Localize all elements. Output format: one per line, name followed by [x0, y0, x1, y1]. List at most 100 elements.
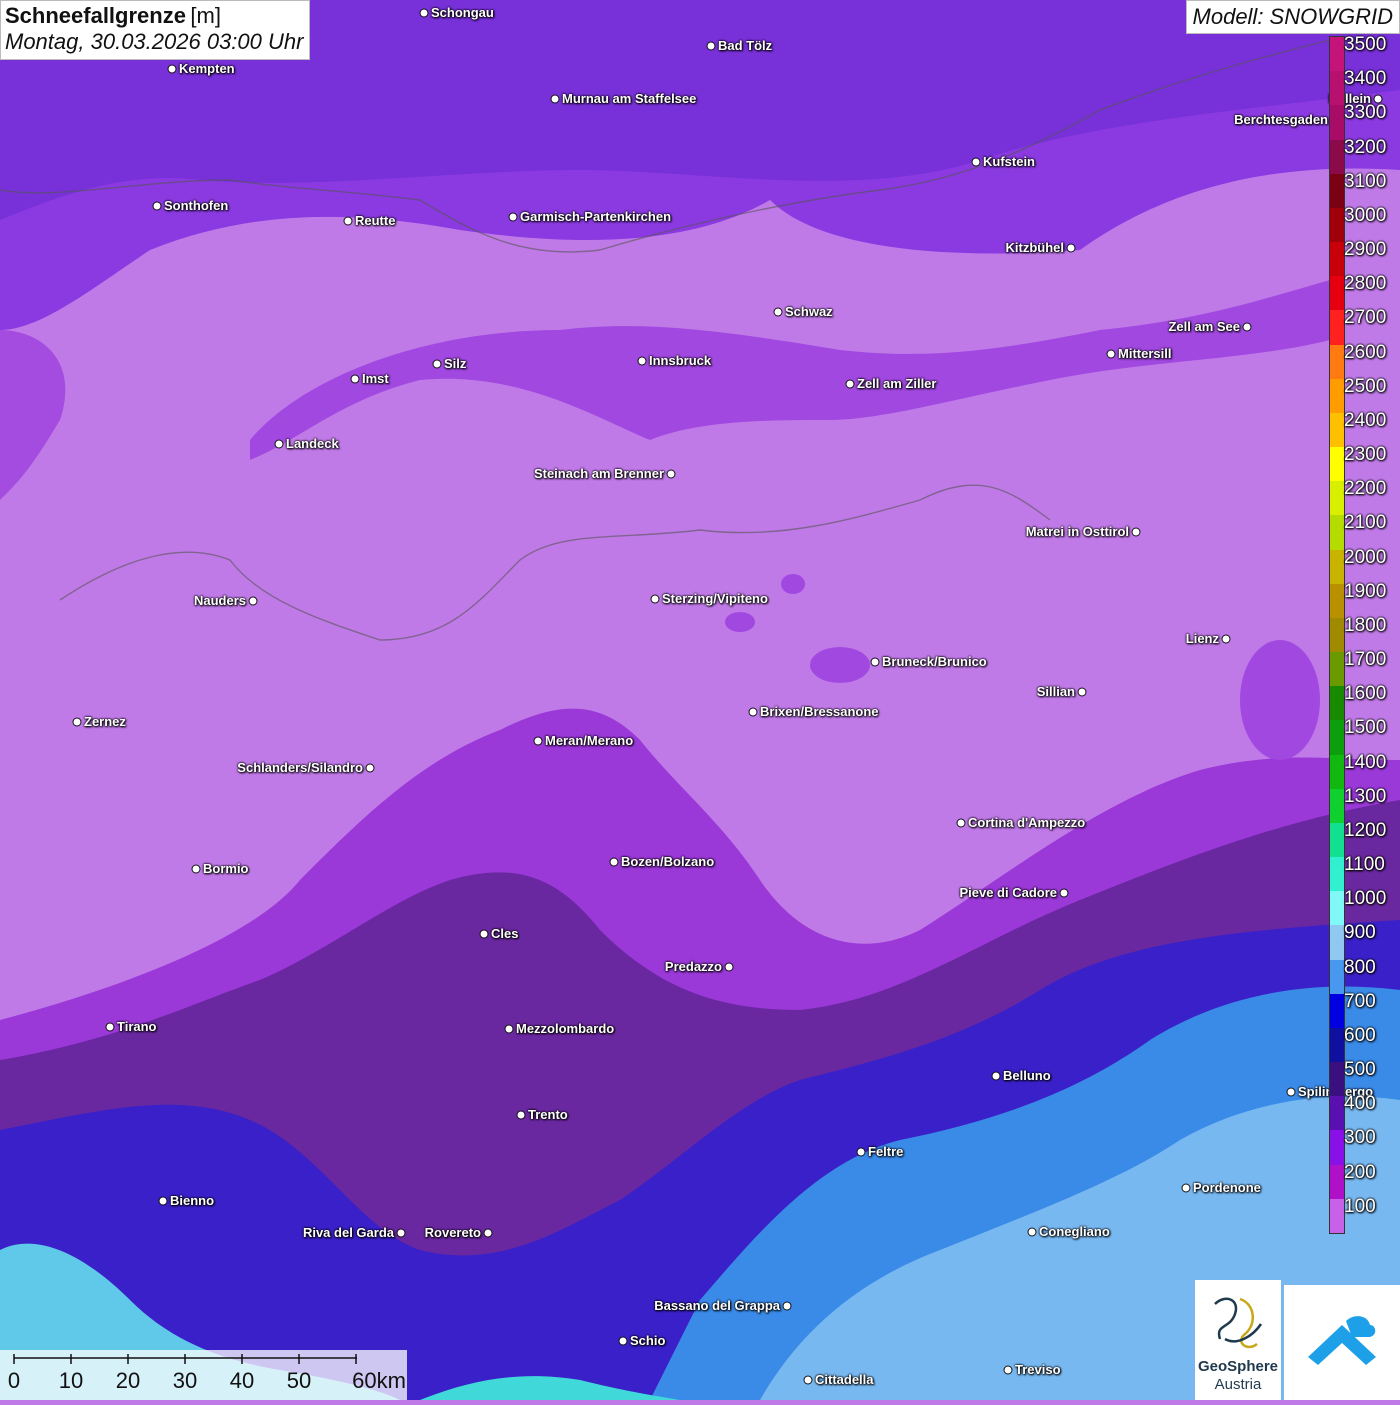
city-dot-mittersill: [1106, 349, 1116, 359]
scale-label: 20: [115, 1368, 141, 1393]
legend-swatch: [1330, 652, 1344, 687]
legend-label: 500: [1344, 1059, 1376, 1081]
city-label-bienno: Bienno: [170, 1193, 215, 1208]
legend-label: 3500: [1344, 34, 1387, 55]
legend-label: 1600: [1344, 683, 1387, 705]
legend-label: 100: [1344, 1195, 1376, 1217]
legend-swatch: [1330, 754, 1344, 790]
legend-label: 2600: [1344, 341, 1387, 363]
legend-label: 3200: [1344, 136, 1387, 158]
legend-swatch: [1330, 515, 1344, 551]
city-dot-pordenone: [1181, 1183, 1191, 1193]
legend-swatch: [1330, 344, 1344, 380]
city-dot-cortina-d-ampezzo: [956, 818, 966, 828]
legend-swatch: [1330, 1027, 1344, 1063]
city-dot-sillian: [1077, 687, 1087, 697]
city-label-zernez: Zernez: [84, 714, 126, 729]
legend-swatch: [1330, 105, 1344, 140]
city-dot-tirano: [105, 1022, 115, 1032]
legend-label: 1800: [1344, 614, 1387, 636]
legend-label: 2000: [1344, 546, 1387, 568]
legend-swatch: [1330, 378, 1344, 414]
city-dot-belluno: [991, 1071, 1001, 1081]
city-label-predazzo: Predazzo: [664, 959, 722, 974]
city-dot-cittadella: [803, 1375, 813, 1385]
city-label-belluno: Belluno: [1003, 1068, 1051, 1083]
city-label-feltre: Feltre: [868, 1144, 904, 1159]
scale-label: 30: [172, 1368, 198, 1393]
legend-swatch: [1330, 993, 1344, 1029]
legend-label: 900: [1344, 922, 1376, 944]
legend-label: 200: [1344, 1161, 1376, 1183]
legend-swatch: [1330, 1198, 1344, 1234]
city-label-brixen-bressanone: Brixen/Bressanone: [760, 704, 879, 719]
city-label-lienz: Lienz: [1185, 631, 1219, 646]
city-label-steinach-am-brenner: Steinach am Brenner: [533, 466, 664, 481]
city-dot-brixen-bressanone: [748, 707, 758, 717]
city-label-bad-t-lz: Bad Tölz: [718, 38, 773, 53]
legend-swatch: [1330, 139, 1344, 175]
city-label-schongau: Schongau: [431, 5, 494, 20]
city-dot-trento: [516, 1110, 526, 1120]
city-label-schlanders-silandro: Schlanders/Silandro: [237, 760, 363, 775]
city-dot-nauders: [248, 596, 258, 606]
legend-label: 3000: [1344, 204, 1387, 226]
city-dot-bruneck-brunico: [870, 657, 880, 667]
city-dot-reutte: [343, 216, 353, 226]
city-dot-bassano-del-grappa: [782, 1301, 792, 1311]
city-label-bormio: Bormio: [203, 861, 249, 876]
geosphere-swirl-icon: [1214, 1297, 1263, 1349]
city-dot-feltre: [856, 1147, 866, 1157]
city-dot-kitzb-hel: [1066, 243, 1076, 253]
legend-swatch: [1330, 925, 1344, 961]
city-label-kempten: Kempten: [179, 61, 235, 76]
city-label-zell-am-ziller: Zell am Ziller: [857, 376, 937, 391]
city-label-schwaz: Schwaz: [785, 304, 833, 319]
legend-swatch: [1330, 857, 1344, 892]
legend-swatch: [1330, 1130, 1344, 1166]
city-label-conegliano: Conegliano: [1039, 1224, 1110, 1239]
legend-swatch: [1330, 412, 1344, 448]
legend-swatch: [1330, 207, 1344, 243]
legend-label: 2800: [1344, 273, 1387, 295]
legend-label: 600: [1344, 1024, 1376, 1046]
city-dot-schio: [618, 1336, 628, 1346]
city-dot-kufstein: [971, 157, 981, 167]
city-dot-cles: [479, 929, 489, 939]
legend-swatch: [1330, 173, 1344, 209]
city-dot-innsbruck: [637, 356, 647, 366]
city-label-mittersill: Mittersill: [1118, 346, 1172, 361]
city-dot-silz: [432, 359, 442, 369]
legend-label: 1200: [1344, 819, 1387, 841]
legend-label: 3100: [1344, 170, 1387, 192]
legend-label: 1000: [1344, 888, 1387, 910]
legend-label: 1400: [1344, 751, 1387, 773]
city-dot-garmisch-partenkirchen: [508, 212, 518, 222]
legend-label: 3400: [1344, 68, 1387, 90]
city-dot-kempten: [167, 64, 177, 74]
city-label-zell-am-see: Zell am See: [1168, 319, 1240, 334]
city-dot-pieve-di-cadore: [1059, 888, 1069, 898]
legend-swatch: [1330, 959, 1344, 995]
geosphere-logo-line1: GeoSphere: [1197, 1358, 1279, 1375]
city-label-nauders: Nauders: [193, 593, 246, 608]
city-label-innsbruck: Innsbruck: [649, 353, 712, 368]
city-label-kitzb-hel: Kitzbühel: [1005, 240, 1065, 255]
city-label-landeck: Landeck: [286, 436, 339, 451]
legend-label: 1700: [1344, 649, 1387, 671]
geosphere-logo: GeoSphere Austria: [1195, 1280, 1281, 1400]
city-label-berchtesgaden: Berchtesgaden: [1234, 112, 1328, 127]
legend-label: 3300: [1344, 102, 1387, 124]
color-legend: [1329, 36, 1345, 1234]
city-label-garmisch-partenkirchen: Garmisch-Partenkirchen: [520, 209, 672, 224]
city-dot-lienz: [1221, 634, 1231, 644]
city-label-tirano: Tirano: [117, 1019, 157, 1034]
city-dot-riva-del-garda: [396, 1228, 406, 1238]
legend-label: 1500: [1344, 717, 1387, 739]
model-label: Modell: SNOWGRID: [1185, 0, 1400, 34]
city-dot-matrei-in-osttirol: [1131, 527, 1141, 537]
city-dot-bienno: [158, 1196, 168, 1206]
city-label-kufstein: Kufstein: [983, 154, 1035, 169]
legend-swatch: [1330, 242, 1344, 277]
city-dot-mezzolombardo: [504, 1024, 514, 1034]
